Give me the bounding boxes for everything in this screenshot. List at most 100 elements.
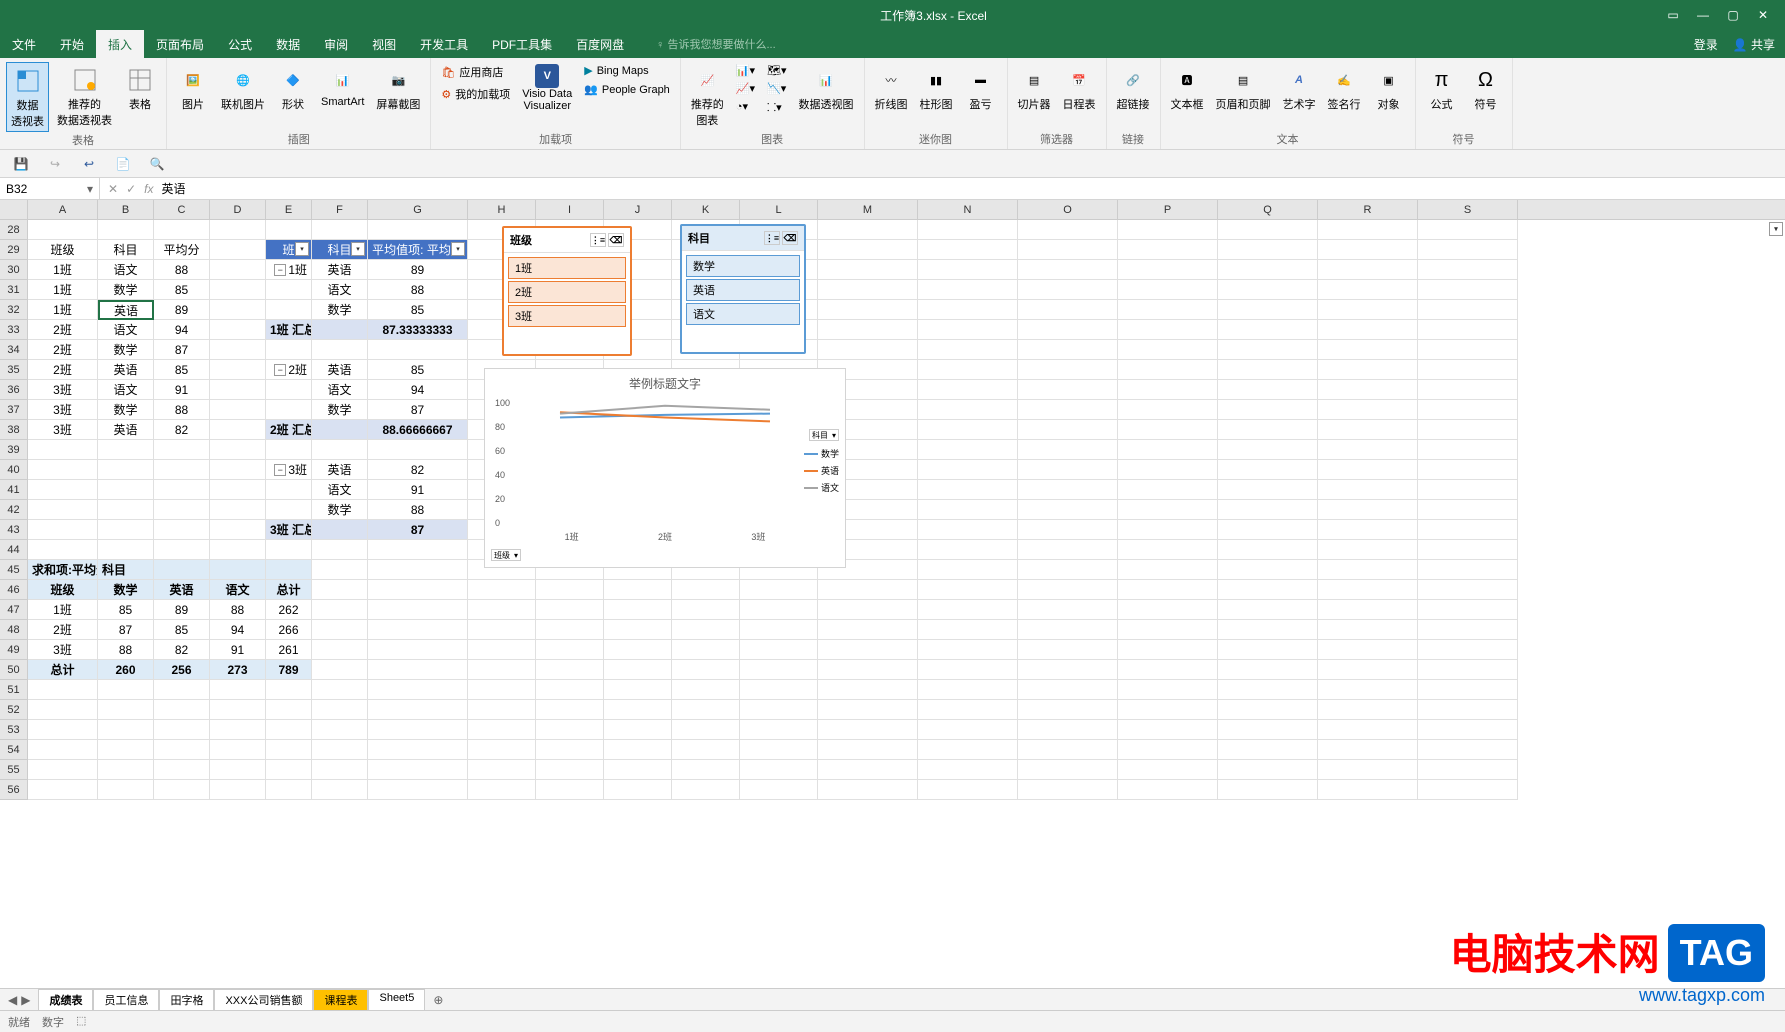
cell[interactable]	[672, 740, 740, 760]
cell[interactable]	[1118, 260, 1218, 280]
cell[interactable]	[918, 480, 1018, 500]
cell[interactable]	[1418, 380, 1518, 400]
cell[interactable]: 91	[368, 480, 468, 500]
cell[interactable]	[1418, 320, 1518, 340]
sheet-tab[interactable]: 田字格	[159, 989, 214, 1012]
menu-insert[interactable]: 插入	[96, 30, 144, 58]
cell[interactable]	[368, 440, 468, 460]
cell[interactable]	[368, 560, 468, 580]
save-icon[interactable]: 💾	[12, 155, 30, 173]
equation-button[interactable]: π公式	[1422, 62, 1462, 114]
cell[interactable]	[98, 500, 154, 520]
cell[interactable]: 89	[368, 260, 468, 280]
cell[interactable]	[1318, 500, 1418, 520]
cell[interactable]	[368, 660, 468, 680]
cell[interactable]: 85	[98, 600, 154, 620]
cell[interactable]	[536, 700, 604, 720]
cell[interactable]	[154, 460, 210, 480]
cell[interactable]	[1318, 740, 1418, 760]
cell[interactable]	[1118, 240, 1218, 260]
cell[interactable]	[918, 700, 1018, 720]
cell[interactable]: 平均值项: 平均分▾	[368, 240, 468, 260]
cell[interactable]	[210, 380, 266, 400]
cell[interactable]	[1218, 400, 1318, 420]
cell[interactable]: 班级 ▾	[28, 580, 98, 600]
cell[interactable]	[1218, 320, 1318, 340]
cell[interactable]: 789	[266, 660, 312, 680]
cell[interactable]	[1118, 440, 1218, 460]
cell[interactable]	[1418, 640, 1518, 660]
filter-arrow-icon[interactable]: ▾	[295, 242, 309, 256]
online-pictures-button[interactable]: 🌐联机图片	[217, 62, 269, 114]
cell[interactable]	[672, 760, 740, 780]
col-header[interactable]: P	[1118, 200, 1218, 219]
cell[interactable]	[604, 640, 672, 660]
recommended-charts-button[interactable]: 📈推荐的 图表	[687, 62, 728, 130]
screenshot-button[interactable]: 📷屏幕截图	[372, 62, 424, 114]
cell[interactable]	[1418, 480, 1518, 500]
cell[interactable]	[1018, 280, 1118, 300]
cell[interactable]	[818, 740, 918, 760]
cell[interactable]	[312, 440, 368, 460]
cell[interactable]	[1418, 580, 1518, 600]
cell[interactable]: 88.66666667	[368, 420, 468, 440]
cell[interactable]	[672, 660, 740, 680]
cell[interactable]	[918, 240, 1018, 260]
row-header[interactable]: 44	[0, 540, 28, 560]
cell[interactable]	[312, 760, 368, 780]
cell[interactable]	[28, 720, 98, 740]
cell[interactable]	[1018, 760, 1118, 780]
cell[interactable]	[672, 720, 740, 740]
cell[interactable]	[468, 620, 536, 640]
cell[interactable]: 2班	[28, 360, 98, 380]
cell[interactable]	[312, 720, 368, 740]
cell[interactable]	[1318, 380, 1418, 400]
cell[interactable]	[918, 260, 1018, 280]
cell[interactable]: 89	[154, 300, 210, 320]
cell[interactable]	[98, 700, 154, 720]
cell[interactable]	[918, 380, 1018, 400]
cell[interactable]	[1018, 620, 1118, 640]
cell[interactable]	[1118, 600, 1218, 620]
col-header[interactable]: C	[154, 200, 210, 219]
textbox-button[interactable]: 🅰文本框	[1167, 62, 1208, 114]
cell[interactable]: 94	[210, 620, 266, 640]
chart-bar-icon[interactable]: 📊▾	[732, 62, 759, 79]
cell[interactable]	[1318, 480, 1418, 500]
cell[interactable]	[536, 740, 604, 760]
cell[interactable]	[818, 580, 918, 600]
cell[interactable]	[1118, 420, 1218, 440]
cell[interactable]	[210, 240, 266, 260]
cell[interactable]	[536, 640, 604, 660]
cell[interactable]	[918, 580, 1018, 600]
cell[interactable]	[1218, 680, 1318, 700]
cell[interactable]	[468, 700, 536, 720]
cell[interactable]	[604, 700, 672, 720]
cell[interactable]	[1218, 420, 1318, 440]
cell[interactable]	[1418, 420, 1518, 440]
cell[interactable]	[918, 340, 1018, 360]
cell[interactable]	[312, 740, 368, 760]
cell[interactable]	[1218, 600, 1318, 620]
col-header[interactable]: N	[918, 200, 1018, 219]
store-button[interactable]: 🛍应用商店	[437, 62, 514, 82]
menu-home[interactable]: 开始	[48, 30, 96, 58]
cell[interactable]	[210, 300, 266, 320]
cell[interactable]	[368, 680, 468, 700]
cell[interactable]: 英语	[154, 580, 210, 600]
row-header[interactable]: 51	[0, 680, 28, 700]
new-icon[interactable]: 📄	[114, 155, 132, 173]
cell[interactable]	[1418, 340, 1518, 360]
cell[interactable]: 3班	[28, 400, 98, 420]
cell[interactable]	[918, 400, 1018, 420]
cell[interactable]	[918, 440, 1018, 460]
cell[interactable]	[536, 780, 604, 800]
cell[interactable]	[1218, 660, 1318, 680]
cell[interactable]	[28, 680, 98, 700]
row-header[interactable]: 49	[0, 640, 28, 660]
symbol-button[interactable]: Ω符号	[1466, 62, 1506, 114]
cell[interactable]	[918, 760, 1018, 780]
cell[interactable]	[98, 740, 154, 760]
row-header[interactable]: 31	[0, 280, 28, 300]
cell[interactable]	[1418, 460, 1518, 480]
